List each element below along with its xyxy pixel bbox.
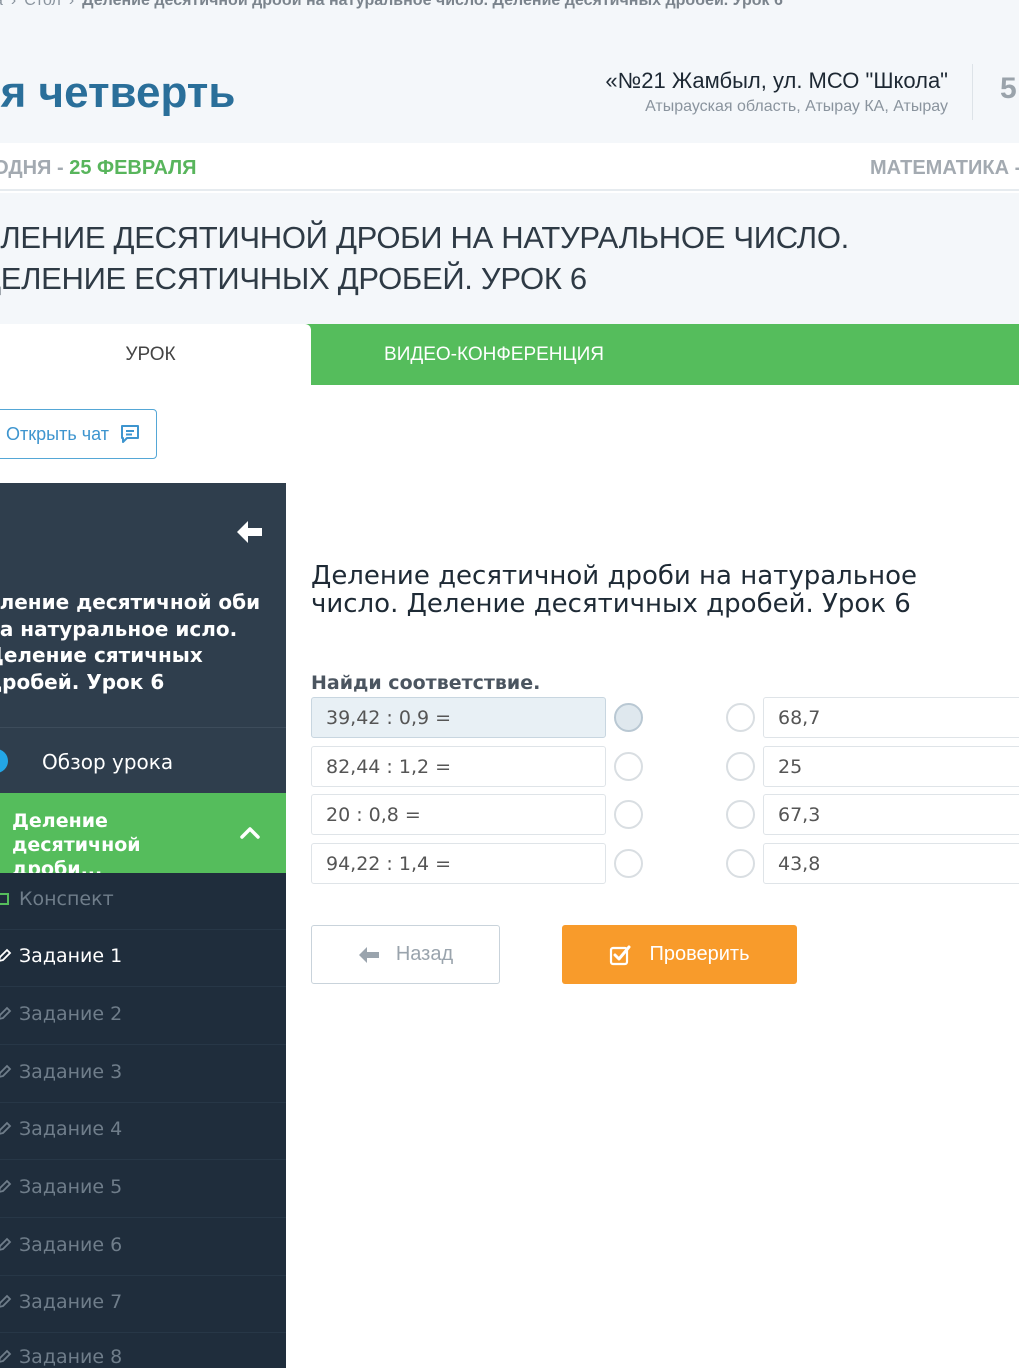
back-button[interactable]: Назад bbox=[311, 925, 500, 984]
sidebar-item-label: Задание 7 bbox=[19, 1291, 123, 1313]
breadcrumb: а › Стол › Деление десятичной дроби на натур… bbox=[0, 0, 783, 10]
top-area: а › Стол › Деление десятичной дроби на натур… bbox=[0, 0, 1019, 143]
match-right-item[interactable]: 67,3 bbox=[763, 794, 1019, 835]
school-name: «№21 Жамбыл, ул. МСО "Школа" bbox=[605, 68, 948, 93]
pencil-icon bbox=[0, 1237, 12, 1251]
sidebar-item-notes[interactable]: Конспект bbox=[0, 873, 286, 930]
match-right-item[interactable]: 68,7 bbox=[763, 697, 1019, 738]
today-date: 25 ФЕВРАЛЯ bbox=[69, 157, 197, 179]
chevron-right-icon: › bbox=[68, 0, 75, 9]
sidebar-sublist: Конспект Задание 1 Задание 2 Задание 3 З… bbox=[0, 873, 286, 1368]
pencil-icon bbox=[0, 1006, 12, 1020]
sidebar-item-task-5[interactable]: Задание 5 bbox=[0, 1161, 286, 1218]
match-left-radio[interactable] bbox=[614, 703, 643, 732]
sidebar-item-label: Задание 5 bbox=[19, 1176, 123, 1198]
match-right-radio[interactable] bbox=[726, 703, 755, 732]
pencil-icon bbox=[0, 1064, 12, 1078]
chat-icon bbox=[120, 425, 139, 443]
match-left-item[interactable]: 39,42 : 0,9 = bbox=[311, 697, 606, 738]
match-left-radio[interactable] bbox=[614, 800, 643, 829]
school-address: Атырауская область, Атырау КА, Атырау bbox=[645, 98, 948, 115]
date-bar: ГОДНЯ - 25 ФЕВРАЛЯ МАТЕМАТИКА - bbox=[0, 143, 1019, 191]
sidebar-item-label: Конспект bbox=[19, 888, 114, 910]
sidebar-item-task-4[interactable]: Задание 4 bbox=[0, 1103, 286, 1160]
open-chat-label: Открыть чат bbox=[6, 423, 109, 444]
sidebar-item-label: Задание 1 bbox=[19, 945, 123, 967]
sidebar-item-label: Задание 4 bbox=[19, 1118, 123, 1140]
sidebar-item-task-6[interactable]: Задание 6 bbox=[0, 1219, 286, 1276]
check-button-label: Проверить bbox=[649, 943, 750, 965]
grade-label: 5 bbox=[1000, 72, 1017, 105]
match-right-item[interactable]: 25 bbox=[763, 746, 1019, 787]
match-right-radio[interactable] bbox=[726, 752, 755, 781]
check-button[interactable]: Проверить bbox=[562, 925, 797, 984]
sidebar-item-task-1[interactable]: Задание 1 bbox=[0, 930, 286, 987]
breadcrumb-item-desk[interactable]: Стол bbox=[24, 0, 61, 10]
chevron-up-icon bbox=[240, 827, 260, 839]
chevron-right-icon: › bbox=[10, 0, 17, 9]
checkbox-check-icon bbox=[610, 945, 631, 965]
sidebar-item-task-7[interactable]: Задание 7 bbox=[0, 1276, 286, 1333]
match-right-radio[interactable] bbox=[726, 849, 755, 878]
task-prompt: Найди соответствие. bbox=[311, 672, 541, 694]
sidebar-item-label: Задание 6 bbox=[19, 1234, 123, 1256]
arrow-left-icon bbox=[358, 946, 379, 963]
sidebar-item-overview[interactable]: Обзор урока bbox=[0, 727, 286, 793]
lesson-sidebar: еление десятичной оби на натуральное исл… bbox=[0, 483, 286, 1368]
match-left-item[interactable]: 94,22 : 1,4 = bbox=[311, 843, 606, 884]
match-left-radio[interactable] bbox=[614, 752, 643, 781]
overview-dot-icon bbox=[0, 749, 8, 773]
match-left-item[interactable]: 82,44 : 1,2 = bbox=[311, 746, 606, 787]
subject-label: МАТЕМАТИКА - bbox=[870, 157, 1019, 179]
school-info: «№21 Жамбыл, ул. МСО "Школа" Атырауская … bbox=[605, 68, 948, 116]
pencil-icon bbox=[0, 948, 12, 962]
today-label: ГОДНЯ - 25 ФЕВРАЛЯ bbox=[0, 157, 197, 180]
sidebar-item-label: Задание 8 bbox=[19, 1346, 123, 1368]
back-button-label: Назад bbox=[395, 943, 454, 965]
sidebar-section-label: Деление десятичной дроби... bbox=[12, 810, 141, 880]
sidebar-item-label: Задание 3 bbox=[19, 1061, 123, 1083]
lesson-title-area: ЕЛЕНИЕ ДЕСЯТИЧНОЙ ДРОБИ НА НАТУРАЛЬНОЕ Ч… bbox=[0, 193, 1019, 324]
match-right-radio[interactable] bbox=[726, 800, 755, 829]
sidebar-item-label: Обзор урока bbox=[42, 750, 174, 774]
quarter-title: -я четверть bbox=[0, 68, 236, 117]
pencil-icon bbox=[0, 1349, 12, 1363]
tab-lesson[interactable]: УРОК bbox=[0, 324, 311, 385]
match-left-radio[interactable] bbox=[614, 849, 643, 878]
tab-video-conference[interactable]: ВИДЕО-КОНФЕРЕНЦИЯ bbox=[311, 324, 677, 385]
arrow-left-icon[interactable] bbox=[234, 517, 264, 547]
match-left-item[interactable]: 20 : 0,8 = bbox=[311, 794, 606, 835]
sidebar-lesson-title: еление десятичной оби на натуральное исл… bbox=[0, 590, 261, 694]
pencil-icon bbox=[0, 1179, 12, 1193]
sidebar-section-active[interactable]: Деление десятичной дроби... bbox=[0, 793, 286, 880]
breadcrumb-item-home[interactable]: а bbox=[0, 0, 3, 10]
match-right-item[interactable]: 43,8 bbox=[763, 843, 1019, 884]
sidebar-item-task-2[interactable]: Задание 2 bbox=[0, 988, 286, 1045]
breadcrumb-item-current: Деление десятичной дроби на натуральное … bbox=[82, 0, 783, 9]
task-title: Деление десятичной дроби на натуральное … bbox=[311, 561, 917, 619]
sidebar-item-task-3[interactable]: Задание 3 bbox=[0, 1046, 286, 1103]
tabs-bar: УРОК ВИДЕО-КОНФЕРЕНЦИЯ bbox=[0, 324, 1019, 385]
open-chat-button[interactable]: Открыть чат bbox=[0, 409, 157, 459]
pencil-icon bbox=[0, 1121, 12, 1135]
sidebar-item-task-8[interactable]: Задание 8 bbox=[0, 1331, 286, 1368]
today-prefix: ГОДНЯ - bbox=[0, 157, 64, 179]
sidebar-item-label: Задание 2 bbox=[19, 1003, 123, 1025]
header-divider bbox=[972, 64, 973, 120]
notes-icon bbox=[0, 893, 9, 905]
pencil-icon bbox=[0, 1294, 12, 1308]
lesson-title: ЕЛЕНИЕ ДЕСЯТИЧНОЙ ДРОБИ НА НАТУРАЛЬНОЕ Ч… bbox=[0, 220, 849, 296]
